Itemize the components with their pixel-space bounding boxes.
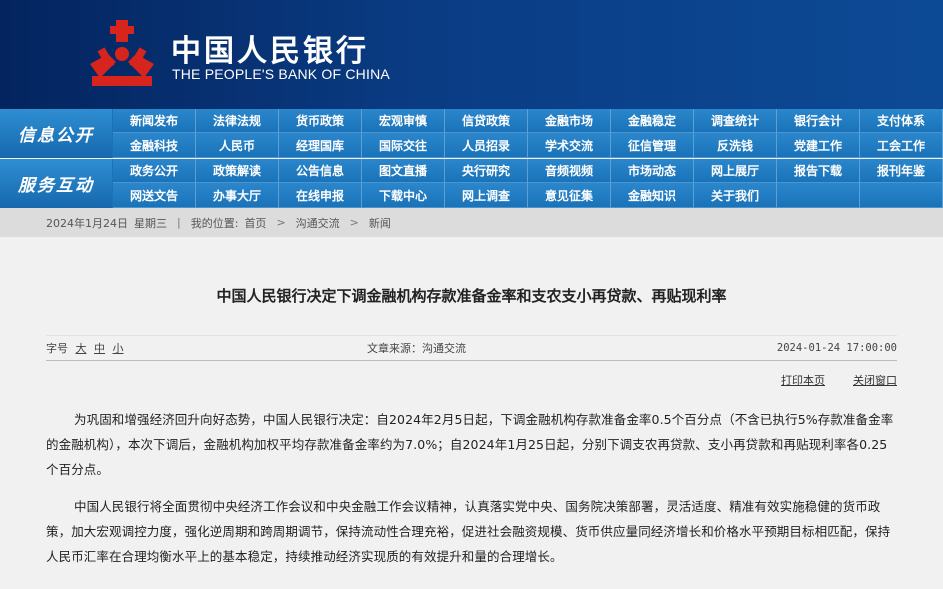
print-page-link[interactable]: 打印本页 xyxy=(781,372,825,388)
font-size-medium-link[interactable]: 中 xyxy=(94,342,105,355)
nav-item-row1-10[interactable]: 金融科技 xyxy=(113,133,196,158)
nav-item-row1-7[interactable]: 调查统计 xyxy=(694,109,777,133)
logo-english-name: THE PEOPLE'S BANK OF CHINA xyxy=(172,66,390,82)
nav-item-row1-14[interactable]: 人员招录 xyxy=(445,133,528,158)
nav-item-row2-0[interactable]: 政务公开 xyxy=(113,159,196,183)
nav-item-row1-15[interactable]: 学术交流 xyxy=(528,133,611,158)
nav-item-row1-19[interactable]: 工会工作 xyxy=(860,133,943,158)
font-size-large-link[interactable]: 大 xyxy=(76,342,87,355)
breadcrumb-separator: > xyxy=(349,216,359,229)
breadcrumb-separator: | xyxy=(177,216,181,229)
nav-item-row1-13[interactable]: 国际交往 xyxy=(362,133,445,158)
nav-item-row1-16[interactable]: 征信管理 xyxy=(611,133,694,158)
nav-item-row1-3[interactable]: 宏观审慎 xyxy=(362,109,445,133)
article: 中国人民银行决定下调金融机构存款准备金率和支农支小再贷款、再贴现利率 字号 大 … xyxy=(0,285,943,569)
nav-item-row1-0[interactable]: 新闻发布 xyxy=(113,109,196,133)
nav-item-row2-11[interactable]: 办事大厅 xyxy=(196,183,279,208)
nav-item-row2-8[interactable]: 报告下载 xyxy=(777,159,860,183)
nav-item-row2-10[interactable]: 网送文告 xyxy=(113,183,196,208)
nav-item-row2-1[interactable]: 政策解读 xyxy=(196,159,279,183)
font-size-controls: 字号 大 中 小 xyxy=(46,340,124,356)
nav-item-row1-5[interactable]: 金融市场 xyxy=(528,109,611,133)
current-weekday: 星期三 xyxy=(134,216,167,230)
nav-item-row2-17[interactable]: 关于我们 xyxy=(694,183,777,208)
nav-item-row2-4[interactable]: 央行研究 xyxy=(445,159,528,183)
breadcrumb: 2024年1月24日 星期三 | 我的位置: 首页 > 沟通交流 > 新闻 xyxy=(0,208,943,237)
current-date: 2024年1月24日 xyxy=(46,216,128,230)
nav-item-row1-6[interactable]: 金融稳定 xyxy=(611,109,694,133)
nav-item-row1-12[interactable]: 经理国库 xyxy=(279,133,362,158)
nav-item-row1-8[interactable]: 银行会计 xyxy=(777,109,860,133)
article-paragraph: 中国人民银行将全面贯彻中央经济工作会议和中央金融工作会议精神，认真落实党中央、国… xyxy=(46,499,891,564)
site-header: 中国人民银行 THE PEOPLE'S BANK OF CHINA xyxy=(0,0,943,109)
pboc-logo-icon[interactable] xyxy=(86,18,158,90)
nav-row-info: 信息公开 新闻发布 法律法规 货币政策 宏观审慎 信贷政策 金融市场 金融稳定 调查统计 银行会… xyxy=(0,109,943,158)
article-meta-bar: 字号 大 中 小 文章来源：沟通交流 2024-01-24 17:00:00 xyxy=(46,335,897,361)
nav-item-row2-15[interactable]: 意见征集 xyxy=(528,183,611,208)
nav-item-row2-16[interactable]: 金融知识 xyxy=(611,183,694,208)
article-datetime: 2024-01-24 17:00:00 xyxy=(776,342,897,354)
article-title: 中国人民银行决定下调金融机构存款准备金率和支农支小再贷款、再贴现利率 xyxy=(216,287,727,305)
nav-item-row2-13[interactable]: 下载中心 xyxy=(362,183,445,208)
font-size-small-link[interactable]: 小 xyxy=(113,342,124,355)
breadcrumb-news-link[interactable]: 新闻 xyxy=(369,215,391,231)
nav-item-row2-19 xyxy=(860,183,943,208)
article-source: 文章来源：沟通交流 xyxy=(367,342,466,355)
close-window-link[interactable]: 关闭窗口 xyxy=(853,372,897,388)
nav-item-row1-18[interactable]: 党建工作 xyxy=(777,133,860,158)
location-label: 我的位置: xyxy=(190,216,239,230)
article-tools: 打印本页 关闭窗口 xyxy=(46,361,897,395)
breadcrumb-communication-link[interactable]: 沟通交流 xyxy=(296,215,340,231)
font-size-label: 字号 xyxy=(46,342,68,355)
nav-item-row1-9[interactable]: 支付体系 xyxy=(860,109,943,133)
nav-section-service-interaction[interactable]: 服务互动 xyxy=(0,159,112,208)
article-paragraph: 为巩固和增强经济回升向好态势，中国人民银行决定：自2024年2月5日起，下调金融… xyxy=(46,412,894,477)
nav-item-row2-9[interactable]: 报刊年鉴 xyxy=(860,159,943,183)
nav-grid-service: 政务公开 政策解读 公告信息 图文直播 央行研究 音频视频 市场动态 网上展厅 报告下载 报刊年鉴… xyxy=(113,159,943,208)
nav-item-row2-12[interactable]: 在线申报 xyxy=(279,183,362,208)
logo-chinese-name: 中国人民银行 xyxy=(171,34,369,69)
breadcrumb-home-link[interactable]: 首页 xyxy=(244,215,266,231)
nav-item-row1-17[interactable]: 反洗钱 xyxy=(694,133,777,158)
breadcrumb-separator: > xyxy=(276,216,286,229)
nav-item-row1-2[interactable]: 货币政策 xyxy=(279,109,362,133)
nav-item-row2-2[interactable]: 公告信息 xyxy=(279,159,362,183)
nav-item-row2-14[interactable]: 网上调查 xyxy=(445,183,528,208)
nav-item-row2-6[interactable]: 市场动态 xyxy=(611,159,694,183)
nav-section-info-disclosure[interactable]: 信息公开 xyxy=(0,109,112,158)
nav-grid-info: 新闻发布 法律法规 货币政策 宏观审慎 信贷政策 金融市场 金融稳定 调查统计 银行会计 支付体系… xyxy=(113,109,943,158)
nav-item-row1-4[interactable]: 信贷政策 xyxy=(445,109,528,133)
nav-item-row2-3[interactable]: 图文直播 xyxy=(362,159,445,183)
nav-item-row2-5[interactable]: 音频视频 xyxy=(528,159,611,183)
nav-item-row1-11[interactable]: 人民币 xyxy=(196,133,279,158)
nav-item-row2-7[interactable]: 网上展厅 xyxy=(694,159,777,183)
nav-item-row1-1[interactable]: 法律法规 xyxy=(196,109,279,133)
nav-row-service: 服务互动 政务公开 政策解读 公告信息 图文直播 央行研究 音频视频 市场动态 网上展厅 报告下… xyxy=(0,159,943,208)
nav-item-row2-18 xyxy=(777,183,860,208)
